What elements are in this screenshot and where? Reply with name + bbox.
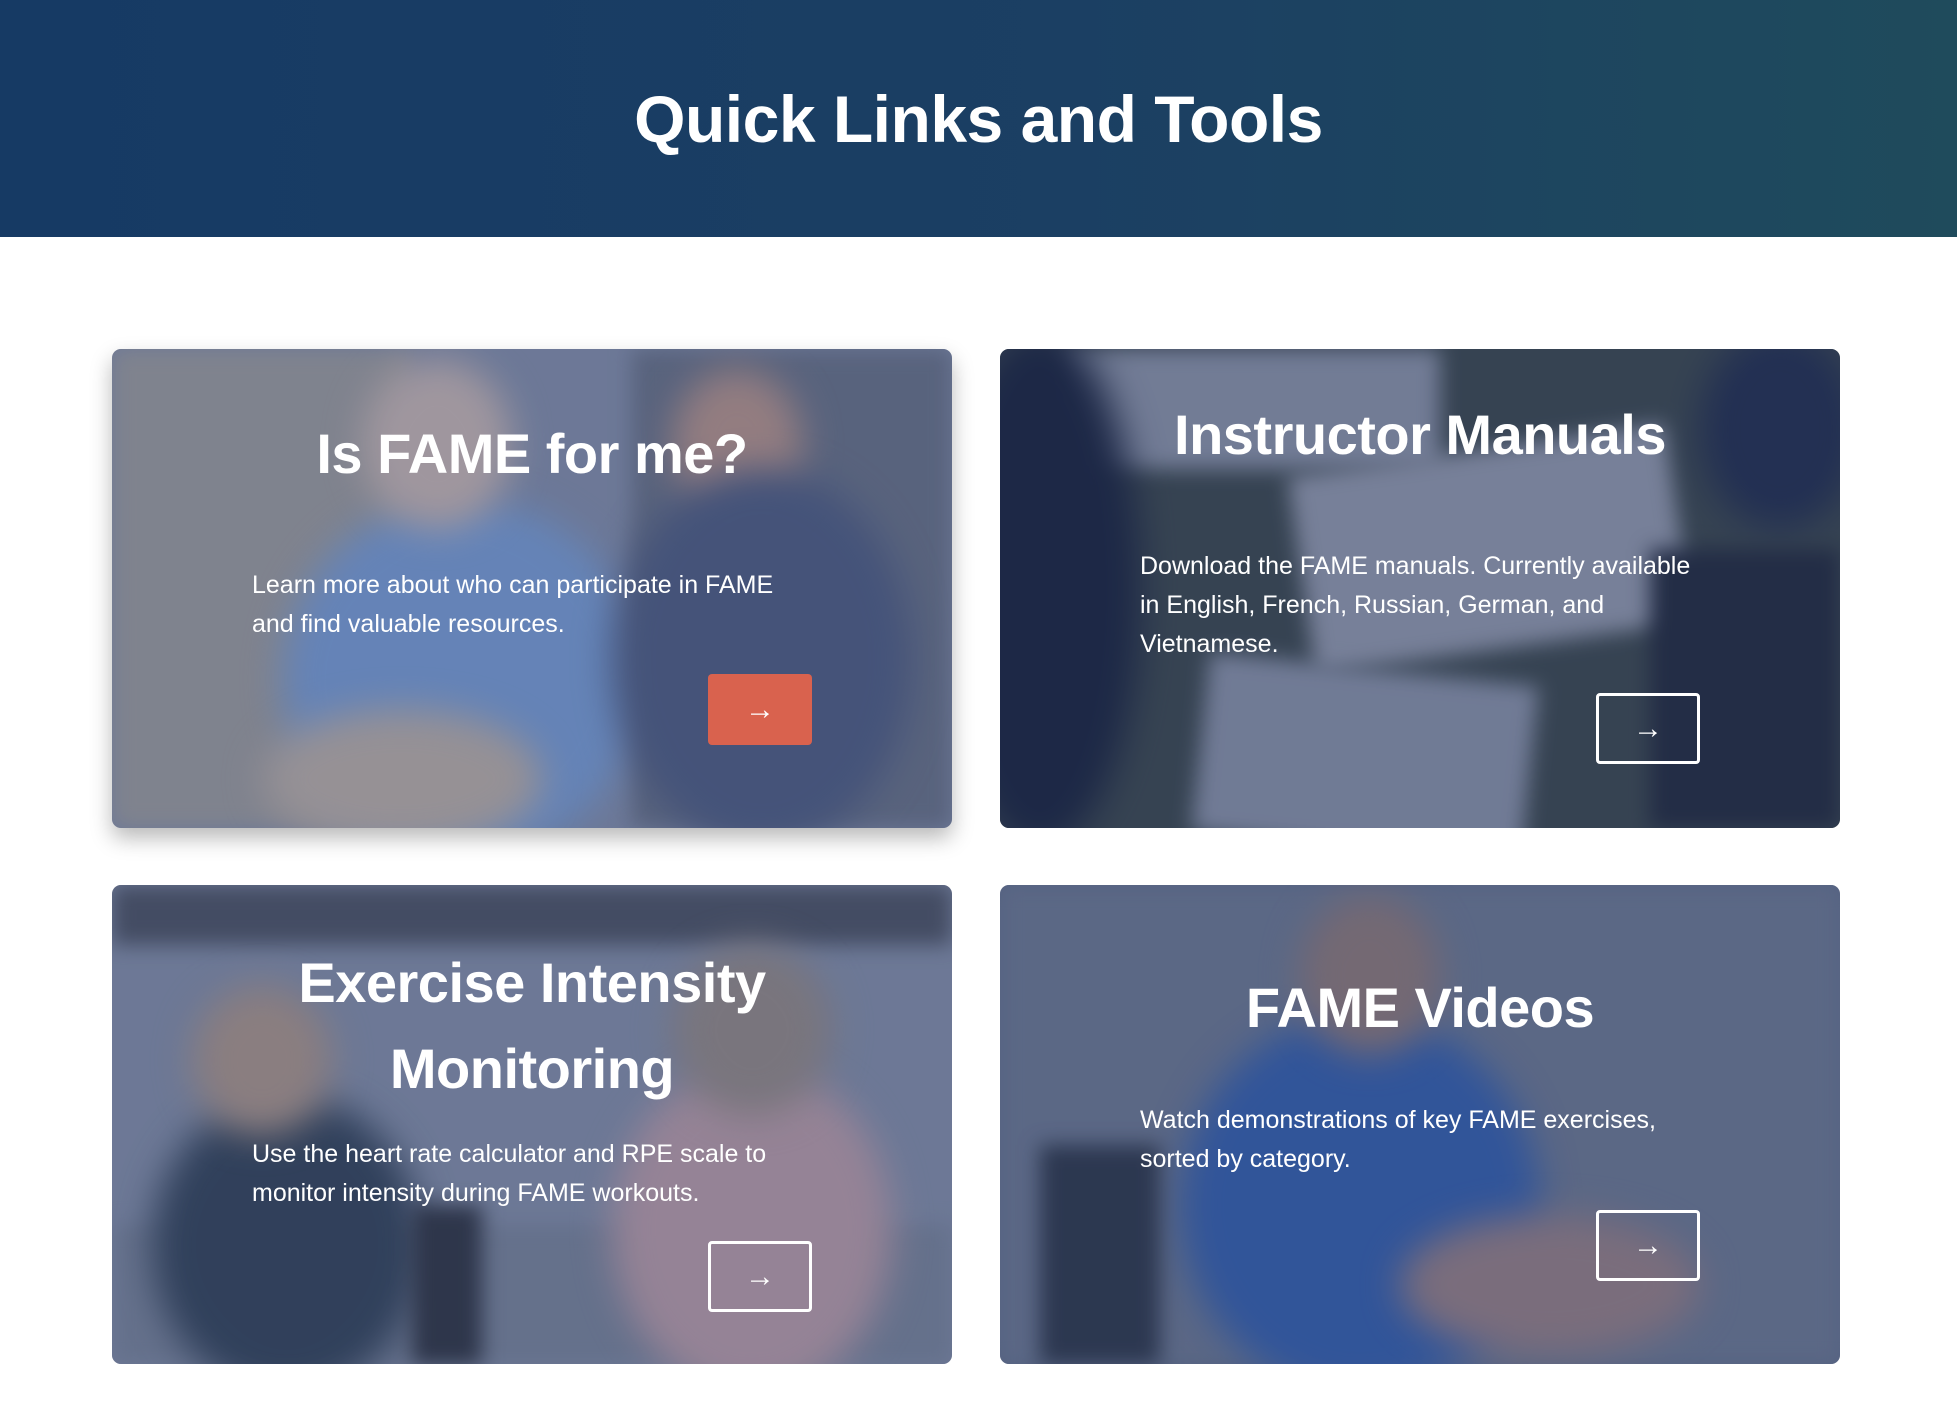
card-title: Is FAME for me? (316, 422, 748, 485)
card-title: Instructor Manuals (1174, 403, 1666, 466)
card-link-button[interactable]: → (1596, 1210, 1700, 1281)
page-title: Quick Links and Tools (634, 81, 1323, 156)
card-fame-videos[interactable]: FAME Videos Watch demonstrations of key … (1000, 885, 1840, 1364)
arrow-right-icon: → (745, 1259, 775, 1293)
arrow-right-icon: → (1633, 711, 1663, 745)
card-is-fame-for-me[interactable]: Is FAME for me? Learn more about who can… (112, 349, 952, 828)
card-link-button[interactable]: → (708, 1241, 812, 1312)
arrow-right-icon: → (745, 692, 775, 726)
arrow-right-icon: → (1633, 1228, 1663, 1262)
card-link-button[interactable]: → (708, 674, 812, 745)
card-description: Use the heart rate calculator and RPE sc… (252, 1140, 767, 1207)
card-description: Watch demonstrations of key FAME exercis… (1140, 1106, 1656, 1173)
card-instructor-manuals[interactable]: Instructor Manuals Download the FAME man… (1000, 349, 1840, 828)
card-link-button[interactable]: → (1596, 693, 1700, 764)
card-title: FAME Videos (1245, 976, 1595, 1039)
card-description: Download the FAME manuals. Currently ava… (1140, 552, 1691, 658)
page-header: Quick Links and Tools (0, 0, 1957, 237)
card-description: Learn more about who can participate in … (252, 571, 774, 638)
card-title: Exercise Intensity Monitoring (298, 951, 766, 1100)
card-exercise-intensity-monitoring[interactable]: Exercise Intensity Monitoring Use the he… (112, 885, 952, 1364)
